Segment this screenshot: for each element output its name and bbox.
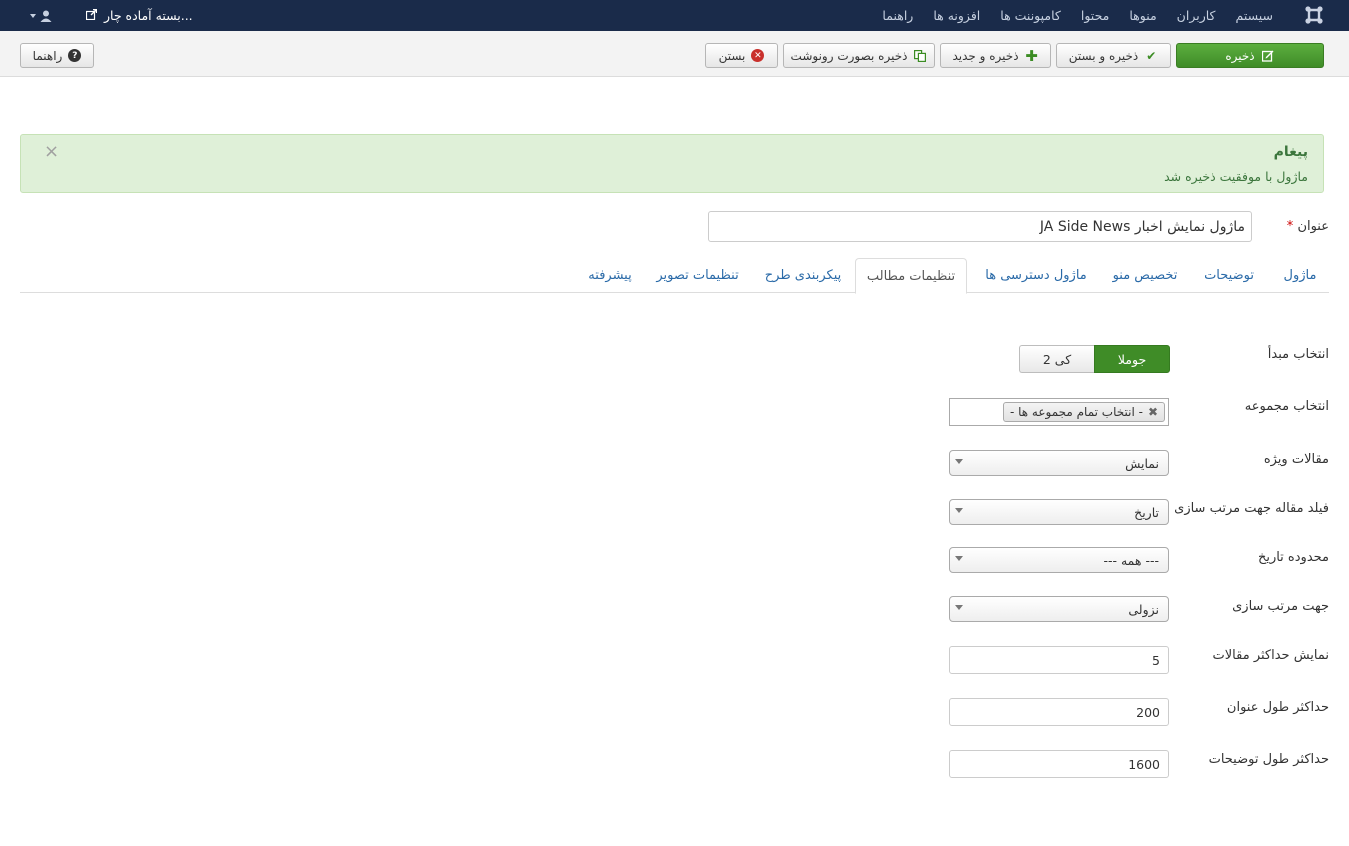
question-icon: ? (68, 49, 82, 62)
sort-field-label: فیلد مقاله جهت مرتب سازی (1174, 501, 1329, 516)
help-button[interactable]: ? راهنما (20, 43, 94, 68)
help-label: راهنما (32, 48, 63, 63)
category-chip-label: - انتخاب تمام مجموعه ها - (1009, 405, 1143, 419)
menu-content[interactable]: محتوا (1081, 8, 1109, 23)
max-description-length-label: حداکثر طول توضیحات (1208, 752, 1329, 767)
chevron-down-icon (955, 556, 963, 561)
save-copy-button[interactable]: ذخیره بصورت رونوشت (783, 43, 935, 68)
tab-description[interactable]: توضیحات (1192, 258, 1266, 293)
sort-field-value: تاریخ (1134, 505, 1159, 520)
site-name: بسته آماده چار... (104, 8, 193, 23)
joomla-logo-icon[interactable] (1303, 5, 1325, 27)
tab-content-settings[interactable]: تنظیمات مطالب (855, 258, 967, 294)
tab-layout[interactable]: پیکربندی طرح (753, 258, 853, 293)
toolbar: ذخیره ✔ ذخیره و بستن ✚ ذخیره و جدید ذخیر… (0, 31, 1349, 77)
date-range-select[interactable]: --- همه --- (949, 547, 1169, 573)
save-new-button[interactable]: ✚ ذخیره و جدید (940, 43, 1051, 68)
date-range-value: --- همه --- (1103, 553, 1159, 568)
remove-icon[interactable]: ✖ (1148, 405, 1158, 419)
title-input[interactable] (708, 211, 1252, 242)
save-copy-label: ذخیره بصورت رونوشت (790, 48, 908, 63)
source-label: انتخاب مبدأ (1267, 347, 1329, 362)
menu-users[interactable]: کاربران (1177, 8, 1216, 23)
featured-label: مقالات ویژه (1263, 452, 1329, 467)
chevron-down-icon (955, 459, 963, 464)
tab-module-permissions[interactable]: ماژول دسترسی ها (973, 258, 1099, 293)
sort-direction-label: جهت مرتب سازی (1232, 599, 1329, 614)
featured-value: نمایش (1125, 456, 1159, 471)
joomla-logo-shape (1305, 6, 1323, 24)
source-k2-option[interactable]: کی 2 (1019, 345, 1094, 373)
max-title-length-label: حداکثر طول عنوان (1226, 700, 1329, 715)
edit-icon (1261, 49, 1275, 63)
menu-components[interactable]: کامپوننت ها (1000, 8, 1061, 23)
sort-direction-select[interactable]: نزولی (949, 596, 1169, 622)
menu-system[interactable]: سیستم (1236, 8, 1274, 23)
plus-icon: ✚ (1025, 46, 1038, 65)
user-menu[interactable] (30, 10, 60, 22)
source-toggle: جوملا کی 2 (1019, 345, 1170, 373)
alert-heading: پیغام (1273, 144, 1308, 160)
cancel-icon: ✕ (751, 49, 765, 62)
alert-message: ماژول با موفقیت ذخیره شد (1164, 169, 1308, 184)
external-link-icon (85, 8, 98, 23)
user-icon (30, 10, 52, 22)
tab-image-settings[interactable]: تنظیمات تصویر (646, 258, 749, 293)
max-description-length-input[interactable] (949, 750, 1169, 778)
max-items-input[interactable] (949, 646, 1169, 674)
copy-icon (913, 49, 927, 63)
tabs-bar: ماژول توضیحات تخصیص منو ماژول دسترسی ها … (20, 258, 1329, 294)
menu-help[interactable]: راهنما (882, 8, 913, 23)
date-range-label: محدوده تاریخ (1257, 550, 1329, 565)
main-menu: سیستم کاربران منوها محتوا کامپوننت ها اف… (862, 0, 1273, 31)
save-new-label: ذخیره و جدید (952, 48, 1019, 63)
category-label: انتخاب مجموعه (1244, 399, 1329, 414)
tab-module[interactable]: ماژول (1271, 258, 1329, 293)
category-chip: ✖ - انتخاب تمام مجموعه ها - (1002, 402, 1165, 422)
title-label-text: عنوان (1297, 219, 1329, 234)
tab-menu-assignment[interactable]: تخصیص منو (1101, 258, 1189, 293)
chevron-down-icon (955, 508, 963, 513)
sort-direction-value: نزولی (1128, 602, 1159, 617)
chevron-down-icon (955, 605, 963, 610)
tab-advanced[interactable]: پیشرفته (577, 258, 643, 293)
menu-menus[interactable]: منوها (1129, 8, 1156, 23)
close-label: بستن (718, 48, 746, 63)
save-close-label: ذخیره و بستن (1068, 48, 1139, 63)
source-joomla-option[interactable]: جوملا (1094, 345, 1170, 373)
save-button[interactable]: ذخیره (1176, 43, 1324, 68)
required-mark: * (1286, 219, 1294, 234)
featured-select[interactable]: نمایش (949, 450, 1169, 476)
title-label: عنوان * (1287, 219, 1329, 234)
save-label: ذخیره (1225, 48, 1255, 63)
max-items-label: نمایش حداکثر مقالات (1212, 648, 1329, 663)
success-alert: پیغام ماژول با موفقیت ذخیره شد × (20, 134, 1324, 193)
max-title-length-input[interactable] (949, 698, 1169, 726)
check-icon: ✔ (1146, 48, 1157, 63)
category-multiselect[interactable]: ✖ - انتخاب تمام مجموعه ها - (949, 398, 1169, 426)
menu-extensions[interactable]: افزونه ها (933, 8, 980, 23)
save-close-button[interactable]: ✔ ذخیره و بستن (1056, 43, 1171, 68)
close-icon[interactable]: × (44, 141, 59, 162)
navbar-right-tools: بسته آماده چار... (30, 0, 193, 31)
site-preview-link[interactable]: بسته آماده چار... (85, 8, 193, 23)
top-navbar: سیستم کاربران منوها محتوا کامپوننت ها اف… (0, 0, 1349, 31)
sort-field-select[interactable]: تاریخ (949, 499, 1169, 525)
close-button[interactable]: ✕ بستن (705, 43, 778, 68)
